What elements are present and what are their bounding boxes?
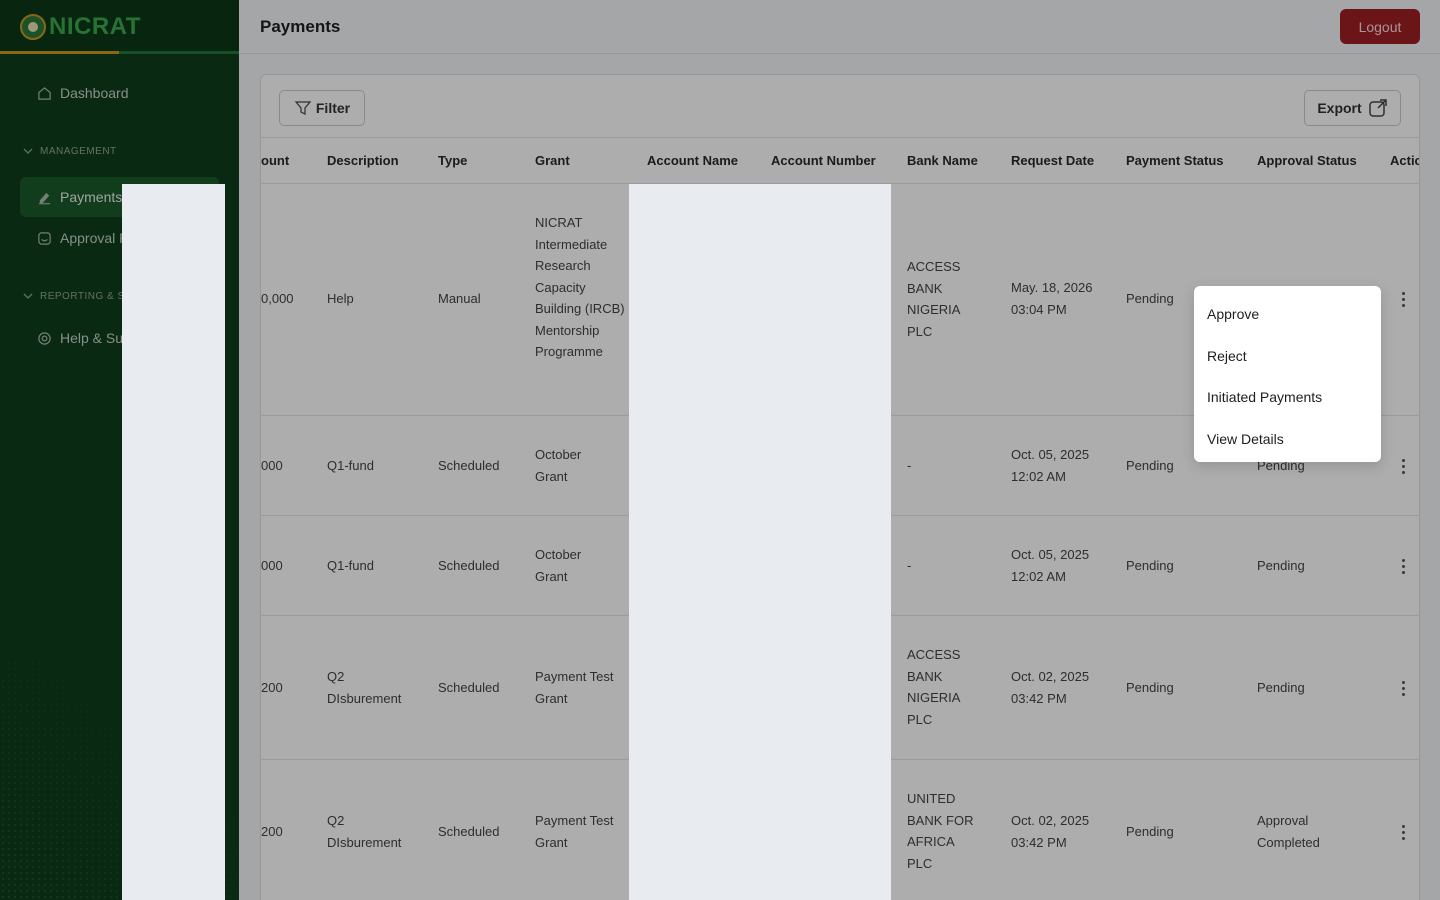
menu-item-initiated-payments[interactable]: Initiated Payments bbox=[1194, 376, 1381, 418]
menu-item-approve[interactable]: Approve bbox=[1194, 293, 1381, 335]
redacted-area bbox=[629, 184, 891, 900]
menu-item-view-details[interactable]: View Details bbox=[1194, 418, 1381, 460]
menu-item-reject[interactable]: Reject bbox=[1194, 335, 1381, 377]
redacted-area bbox=[122, 184, 225, 900]
row-action-menu: Approve Reject Initiated Payments View D… bbox=[1194, 286, 1381, 462]
